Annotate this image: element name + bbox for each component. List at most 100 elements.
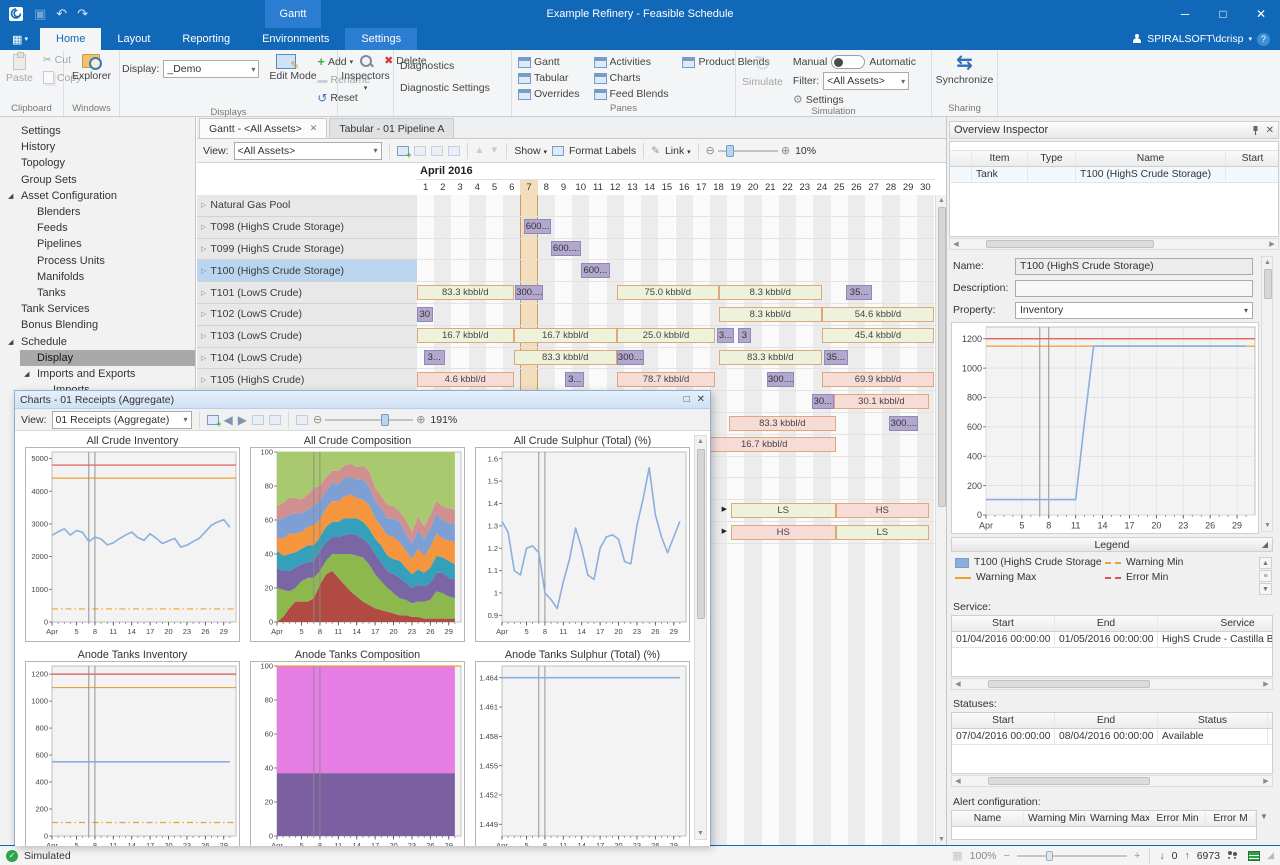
- move-down-icon[interactable]: ▼: [489, 145, 499, 156]
- sidebar-item-manifolds[interactable]: Manifolds: [20, 269, 195, 285]
- column-header-start[interactable]: Start: [952, 616, 1055, 631]
- chart-settings-icon[interactable]: [207, 415, 219, 425]
- zoom-in-icon[interactable]: ⊕: [781, 144, 790, 157]
- simulate-button[interactable]: ↻ Simulate: [738, 52, 787, 100]
- sidebar-item-bonus-blending[interactable]: Bonus Blending: [4, 317, 195, 333]
- copy-button[interactable]: Copy: [39, 69, 86, 86]
- sidebar-item-pipelines[interactable]: Pipelines: [20, 236, 195, 252]
- gantt-bar[interactable]: 69.9 kbbl/d: [822, 372, 934, 387]
- print-icon[interactable]: [269, 415, 281, 425]
- close-icon[interactable]: ✕: [1266, 125, 1274, 136]
- sidebar-item-topology[interactable]: Topology: [4, 155, 195, 171]
- gantt-bar[interactable]: 83.3 kbbl/d: [514, 350, 617, 365]
- gantt-bar[interactable]: 600....: [551, 241, 580, 256]
- table-row[interactable]: TankT100 (HighS Crude Storage): [950, 167, 1278, 183]
- expand-arrow-icon[interactable]: ◢: [8, 338, 21, 346]
- gantt-bar[interactable]: LS: [731, 503, 836, 518]
- minimize-button[interactable]: ─: [1166, 0, 1204, 28]
- redo-icon[interactable]: ↷: [77, 6, 88, 22]
- gantt-row-label-t101-lows-crude[interactable]: ▷T101 (LowS Crude): [197, 282, 417, 304]
- sidebar-item-settings[interactable]: Settings: [4, 123, 195, 139]
- export-icon[interactable]: [252, 415, 264, 425]
- ribbon-tab-environments[interactable]: Environments: [246, 28, 345, 50]
- gantt-row-label-natural-gas-pool[interactable]: ▷Natural Gas Pool: [197, 195, 417, 217]
- gantt-row-label-t105-highs-crude[interactable]: ▷T105 (HighS Crude): [197, 369, 417, 391]
- gantt-bar[interactable]: 45.4 kbbl/d: [822, 328, 934, 343]
- cut-button[interactable]: ✂Cut: [39, 52, 86, 68]
- gantt-bar[interactable]: 54.6 kbbl/d: [822, 307, 934, 322]
- zoom-in-icon[interactable]: +: [1134, 850, 1140, 862]
- diagnostic-settings-button[interactable]: Diagnostic Settings: [396, 80, 494, 96]
- gantt-bar[interactable]: 16.7 kbbl/d: [417, 328, 514, 343]
- legend-header[interactable]: Legend ◢: [951, 537, 1273, 552]
- column-header-item[interactable]: Item: [972, 151, 1028, 166]
- inspector-vscrollbar[interactable]: ▲ ▼: [1261, 256, 1273, 532]
- row-expand-icon[interactable]: ▷: [201, 332, 206, 340]
- forward-icon[interactable]: ▶: [238, 413, 247, 427]
- scroll-up-icon[interactable]: ▲: [936, 195, 946, 206]
- gantt-bar[interactable]: 16.7 kbbl/d: [514, 328, 617, 343]
- user-area[interactable]: SPIRALSOFT\dcrisp ▾ ?: [1132, 28, 1270, 50]
- manual-automatic-toggle[interactable]: [831, 55, 865, 69]
- gantt-bar[interactable]: 75.0 kbbl/d: [617, 285, 719, 300]
- column-header-name[interactable]: Name: [1076, 151, 1226, 166]
- column-header-item[interactable]: [950, 151, 972, 166]
- gantt-row-label-t100-highs-crude-storage[interactable]: ▷T100 (HighS Crude Storage): [197, 260, 417, 282]
- sidebar-item-history[interactable]: History: [4, 139, 195, 155]
- rename-button[interactable]: ▬Rename: [313, 72, 374, 88]
- scroll-down-icon[interactable]: ▼: [1260, 812, 1268, 821]
- outdent-row-icon[interactable]: [448, 146, 460, 156]
- column-header-error-m[interactable]: Error M: [1206, 811, 1256, 826]
- row-expand-icon[interactable]: ▷: [201, 376, 206, 384]
- gantt-bar[interactable]: 600...: [581, 263, 610, 278]
- gantt-bar[interactable]: HS: [731, 525, 836, 540]
- help-button[interactable]: ?: [1257, 33, 1270, 46]
- gantt-bar[interactable]: 30: [417, 307, 433, 322]
- gantt-bar[interactable]: 16.7 kbbl/d: [693, 437, 836, 452]
- gantt-row-label-t102-lows-crude[interactable]: ▷T102 (LowS Crude): [197, 304, 417, 326]
- status-zoom-slider[interactable]: [1017, 855, 1127, 857]
- alert-configuration-table[interactable]: NameWarning MinWarning MaxError MinError…: [951, 810, 1257, 840]
- undo-icon[interactable]: ↶: [56, 6, 67, 22]
- charts-window-titlebar[interactable]: Charts - 01 Receipts (Aggregate) □ ✕: [15, 391, 710, 409]
- sidebar-item-tanks[interactable]: Tanks: [20, 285, 195, 301]
- sidebar-item-tank-services[interactable]: Tank Services: [4, 301, 195, 317]
- pin-icon[interactable]: [1251, 125, 1260, 136]
- app-menu-button[interactable]: ▦▾: [0, 28, 40, 50]
- column-header-end[interactable]: End: [1055, 713, 1158, 728]
- scroll-down-icon[interactable]: ▼: [936, 834, 946, 845]
- gantt-bar[interactable]: HS: [836, 503, 929, 518]
- simulation-settings-button[interactable]: ⚙ Settings: [793, 93, 916, 106]
- sidebar-item-asset-configuration[interactable]: ◢Asset Configuration: [4, 188, 195, 204]
- sidebar-item-process-units[interactable]: Process Units: [20, 253, 195, 269]
- gantt-row-label-t103-lows-crude[interactable]: ▷T103 (LowS Crude): [197, 326, 417, 348]
- statuses-table[interactable]: StartEndStatus07/04/2016 00:00:0008/04/2…: [951, 712, 1273, 774]
- gantt-row-label-t098-highs-crude-storage[interactable]: ▷T098 (HighS Crude Storage): [197, 217, 417, 239]
- legend-scrollbar[interactable]: ▲≡▼: [1259, 557, 1272, 595]
- inspector-grid[interactable]: ItemTypeNameStartTankT100 (HighS Crude S…: [949, 141, 1279, 237]
- description-input[interactable]: [1015, 280, 1253, 297]
- gantt-bar[interactable]: 3...: [565, 372, 584, 387]
- gantt-row-label-t099-highs-crude-storage[interactable]: ▷T099 (HighS Crude Storage): [197, 239, 417, 261]
- ribbon-tab-home[interactable]: Home: [40, 28, 101, 50]
- gantt-bar[interactable]: 8.3 kbbl/d: [719, 285, 822, 300]
- edit-mode-button[interactable]: Edit Mode: [265, 52, 307, 100]
- format-labels-button[interactable]: Format Labels: [569, 145, 636, 157]
- pane-toggle-feed-blends[interactable]: Feed Blends: [590, 86, 673, 102]
- column-header-service[interactable]: Service: [1158, 616, 1273, 631]
- display-combobox[interactable]: _Demo▾: [163, 60, 259, 78]
- ribbon-tab-reporting[interactable]: Reporting: [166, 28, 246, 50]
- maximize-icon[interactable]: □: [684, 394, 690, 405]
- zoom-out-icon[interactable]: ⊖: [313, 413, 322, 426]
- column-header-name[interactable]: Name: [952, 811, 1024, 826]
- zoom-in-icon[interactable]: ⊕: [416, 413, 425, 426]
- document-tab-gantt-all-assets[interactable]: Gantt - <All Assets>✕: [199, 118, 327, 138]
- sidebar-item-imports-and-exports[interactable]: ◢Imports and Exports: [20, 366, 195, 382]
- charts-view-combobox[interactable]: 01 Receipts (Aggregate)▾: [52, 411, 192, 429]
- service-hscrollbar[interactable]: ◀▶: [951, 678, 1273, 690]
- chevron-down-icon[interactable]: ▾: [1244, 306, 1248, 315]
- gantt-bar[interactable]: 300....: [617, 350, 645, 365]
- layout-icon[interactable]: ▦: [952, 849, 962, 862]
- expand-arrow-icon[interactable]: ◢: [24, 370, 37, 378]
- gantt-bar[interactable]: 3...: [424, 350, 445, 365]
